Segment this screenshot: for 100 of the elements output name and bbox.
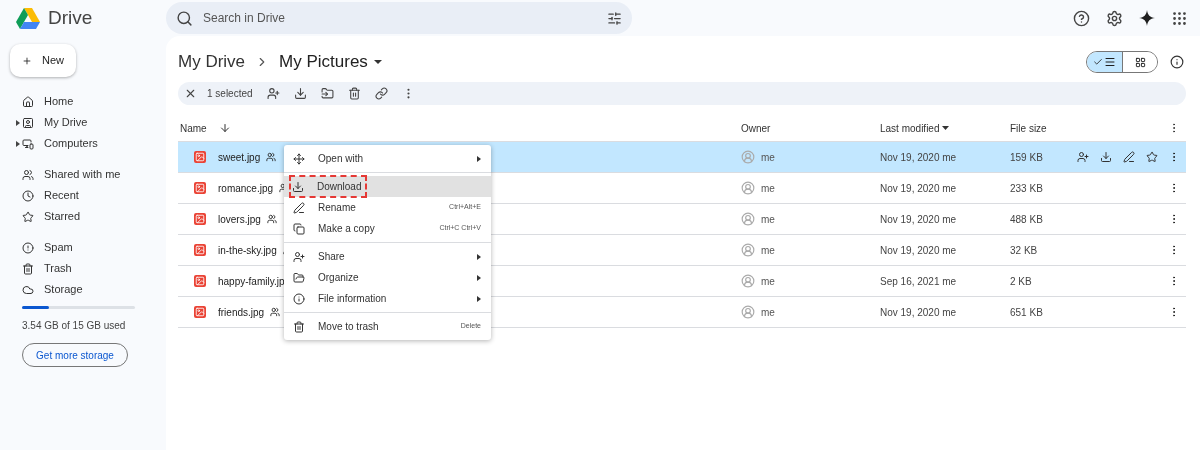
move-icon — [293, 152, 305, 165]
selection-count: 1 selected — [207, 87, 253, 101]
modified-date: Sep 16, 2021 me — [880, 274, 958, 289]
avatar-icon — [741, 274, 755, 288]
link-icon[interactable] — [374, 87, 388, 100]
shared-icon — [266, 214, 277, 224]
new-button[interactable]: New — [10, 44, 76, 77]
file-name: in-the-sky.jpg — [218, 243, 277, 258]
column-header[interactable]: Owner — [741, 120, 880, 136]
file-size: 233 KB — [1010, 181, 1043, 196]
expand-arrow-icon[interactable] — [16, 140, 20, 147]
star-icon — [22, 210, 34, 223]
trash-icon[interactable] — [347, 87, 361, 100]
close-icon[interactable] — [184, 87, 197, 100]
dropdown-icon[interactable] — [373, 60, 382, 64]
nav-item[interactable]: Starred — [0, 206, 166, 227]
sparkle-icon[interactable] — [1139, 10, 1155, 26]
menu-item[interactable]: Open with — [284, 148, 491, 169]
grid-view-button[interactable] — [1122, 52, 1157, 72]
download-icon[interactable] — [1100, 151, 1112, 163]
nav-item[interactable]: Storage — [0, 279, 166, 300]
file-size: 488 KB — [1010, 212, 1043, 227]
trash-icon — [22, 262, 34, 275]
file-name: lovers.jpg — [218, 212, 261, 227]
menu-item[interactable]: Download — [284, 176, 491, 197]
breadcrumb-link[interactable]: My Drive — [178, 49, 246, 75]
trash-icon — [293, 320, 305, 333]
add-person-icon[interactable] — [266, 87, 280, 100]
help-icon[interactable] — [1073, 9, 1090, 27]
computer-icon — [22, 137, 34, 150]
avatar-icon — [741, 150, 755, 164]
settings-icon[interactable] — [1106, 9, 1123, 27]
nav-item[interactable]: Spam — [0, 237, 166, 258]
info-icon[interactable] — [1170, 55, 1184, 69]
apps-icon[interactable] — [1171, 9, 1188, 27]
image-file-icon — [194, 151, 206, 163]
expand-arrow-icon[interactable] — [16, 119, 20, 126]
column-header[interactable]: Name — [180, 120, 207, 136]
nav-item[interactable]: Home — [0, 91, 166, 112]
drive-icon — [22, 116, 34, 129]
check-icon — [1093, 57, 1103, 67]
search-field[interactable]: Search in Drive — [203, 9, 597, 27]
shared-icon — [266, 152, 277, 162]
owner-name: me — [761, 274, 775, 289]
info-icon — [293, 292, 305, 305]
nav-item[interactable]: Trash — [0, 258, 166, 279]
pen-icon — [293, 201, 305, 214]
copy-icon — [293, 222, 305, 235]
modified-date: Nov 19, 2020 me — [880, 212, 958, 227]
nav-item[interactable]: Recent — [0, 185, 166, 206]
avatar-icon — [741, 243, 755, 257]
owner-name: me — [761, 181, 775, 196]
owner-name: me — [761, 212, 775, 227]
sort-arrow-icon[interactable] — [218, 122, 231, 134]
search-icon — [176, 9, 193, 27]
menu-item[interactable]: Share — [284, 246, 491, 267]
image-file-icon — [194, 182, 206, 194]
drive-logo-icon — [16, 7, 40, 29]
list-icon — [1104, 56, 1116, 68]
home-icon — [22, 95, 34, 108]
grid-icon — [1134, 56, 1146, 68]
file-name: sweet.jpg — [218, 150, 261, 165]
nav-item[interactable]: Computers — [0, 133, 166, 154]
image-file-icon — [194, 244, 206, 256]
submenu-arrow-icon — [477, 253, 481, 260]
storage-usage: 3.54 GB of 15 GB used — [22, 319, 127, 333]
file-name: friends.jpg — [218, 305, 265, 320]
search-bar[interactable]: Search in Drive — [166, 2, 632, 34]
people-icon — [22, 168, 34, 181]
avatar-icon — [741, 212, 755, 226]
clock-icon — [22, 189, 34, 202]
avatar-icon — [741, 181, 755, 195]
download-icon[interactable] — [293, 87, 307, 100]
nav-item[interactable]: Shared with me — [0, 164, 166, 185]
shared-icon — [270, 307, 281, 317]
column-header[interactable]: File size — [1010, 120, 1047, 136]
modified-date: Nov 19, 2020 me — [880, 243, 958, 258]
sort-caret-icon[interactable] — [942, 126, 950, 130]
owner-name: me — [761, 150, 775, 165]
modified-date: Nov 19, 2020 me — [880, 181, 958, 196]
breadcrumb-current[interactable]: My Pictures — [279, 49, 368, 75]
download-icon — [292, 180, 304, 193]
file-name: happy-family.jp — [218, 274, 285, 289]
column-header[interactable]: Last modified — [880, 120, 940, 136]
modified-date: Nov 19, 2020 me — [880, 305, 958, 320]
folder-icon — [293, 271, 305, 284]
owner-name: me — [761, 305, 775, 320]
filter-icon[interactable] — [607, 10, 622, 26]
star-icon[interactable] — [1146, 151, 1158, 163]
list-view-button[interactable] — [1087, 52, 1122, 72]
add-person-icon[interactable] — [1077, 151, 1089, 163]
file-size: 32 KB — [1010, 243, 1038, 258]
file-size: 159 KB — [1010, 150, 1043, 165]
pen-icon[interactable] — [1123, 151, 1135, 163]
file-size: 2 KB — [1010, 274, 1032, 289]
move-to-folder-icon[interactable] — [320, 87, 334, 100]
menu-item[interactable]: Organize — [284, 267, 491, 288]
file-size: 651 KB — [1010, 305, 1043, 320]
nav-item[interactable]: My Drive — [0, 112, 166, 133]
file-name: romance.jpg — [218, 181, 274, 196]
